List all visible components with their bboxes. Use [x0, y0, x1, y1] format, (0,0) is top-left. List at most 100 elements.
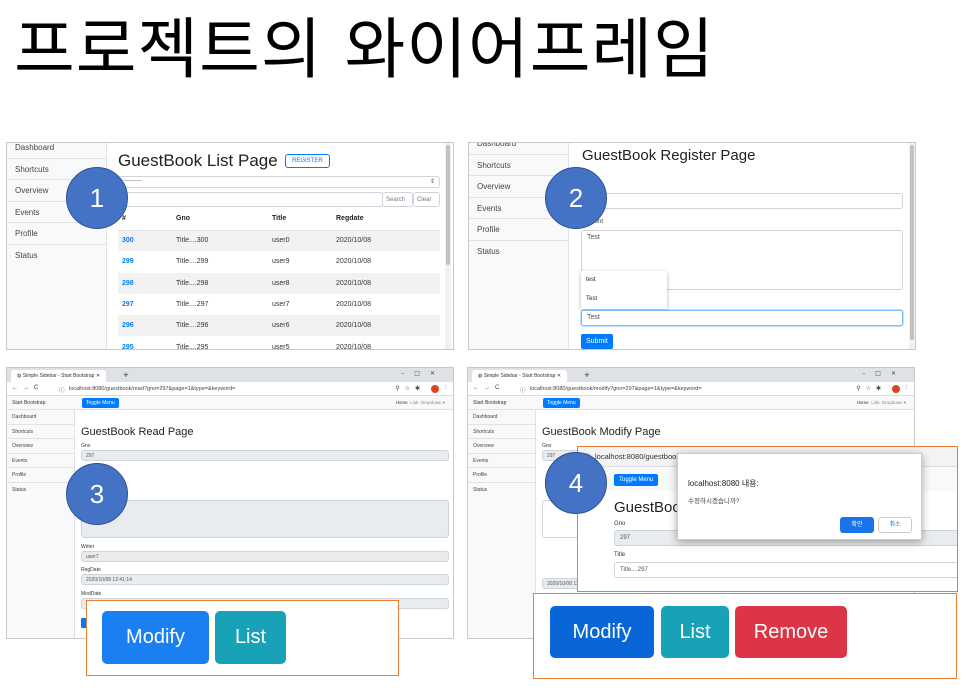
cancel-button[interactable]: 취소 — [878, 517, 912, 533]
scrollbar-thumb[interactable] — [910, 145, 914, 340]
row-gno[interactable]: 297 — [118, 294, 172, 315]
sidebar-item-dashboard[interactable]: Dashboard — [468, 410, 535, 425]
window-controls-icon[interactable]: –□✕ — [862, 370, 906, 377]
sidebar-item-events[interactable]: Events — [7, 454, 74, 468]
step-badge-3: 3 — [66, 463, 128, 525]
browser-tab[interactable]: ◍ Simple Sidebar - Start Bootstrap ✕ — [472, 370, 568, 382]
toggle-menu-button[interactable]: Toggle Menu — [543, 398, 580, 408]
row-gno[interactable]: 299 — [118, 251, 172, 272]
list-page-screenshot: Dashboard Shortcuts Overview Events Prof… — [6, 142, 454, 350]
writer-field: user7 — [81, 551, 449, 562]
gno-label: Gno — [614, 521, 626, 527]
sidebar-item-shortcuts[interactable]: Shortcuts — [469, 155, 568, 176]
brand[interactable]: Start Bootstrap — [473, 400, 506, 406]
window-controls-icon[interactable]: –□✕ — [401, 370, 445, 377]
step-badge-2: 2 — [545, 167, 607, 229]
submit-button[interactable]: Submit — [581, 334, 613, 349]
col-number: # — [118, 208, 172, 231]
toolbar-icons[interactable]: ⚲☆✱ — [856, 385, 886, 392]
url-text[interactable]: localhost:8080/guestbook/read?gno=297&pa… — [69, 386, 235, 392]
modify-button[interactable]: Modify — [102, 611, 209, 664]
sidebar-item-profile[interactable]: Profile — [469, 219, 568, 241]
list-button[interactable]: List — [661, 606, 729, 658]
menu-kebab-icon[interactable]: ⋮ — [904, 385, 910, 391]
register-button[interactable]: REGISTER — [285, 154, 330, 168]
nav-arrows-icon[interactable]: ←→C — [473, 385, 504, 391]
table-row[interactable]: 297 Title....297 user7 2020/10/08 — [118, 294, 440, 315]
sidebar-item-status[interactable]: Status — [468, 483, 535, 498]
browser-tabstrip: ◍ Simple Sidebar - Start Bootstrap ✕ + –… — [468, 368, 914, 382]
nav-home[interactable]: Home — [396, 400, 408, 405]
tab-title: Simple Sidebar - Start Bootstrap — [22, 373, 95, 379]
row-gno[interactable]: 296 — [118, 315, 172, 337]
row-date: 2020/10/08 — [332, 272, 440, 294]
sidebar-item-status[interactable]: Status — [469, 241, 568, 263]
sidebar-item-events[interactable]: Events — [468, 454, 535, 468]
new-tab-icon[interactable]: + — [123, 371, 129, 379]
sidebar-item-status[interactable]: Status — [7, 245, 106, 267]
toolbar-icons[interactable]: ⚲☆✱ — [395, 385, 425, 392]
nav-link[interactable]: Link — [410, 400, 418, 405]
col-regdate: Regdate — [332, 208, 440, 231]
nav-links[interactable]: Home Link Dropdown ▾ — [396, 400, 445, 406]
nav-dropdown[interactable]: Dropdown — [882, 400, 903, 405]
brand[interactable]: Start Bootstrap — [12, 400, 45, 406]
search-type-select[interactable]: --------- ⇕ — [118, 176, 440, 188]
clear-button[interactable]: Clear — [413, 192, 440, 207]
table-row[interactable]: 296 Title....296 user6 2020/10/08 — [118, 315, 440, 337]
menu-kebab-icon[interactable]: ⋮ — [443, 385, 449, 391]
search-button[interactable]: Search — [382, 192, 413, 207]
register-page-screenshot: Dashboard Shortcuts Overview Events Prof… — [468, 142, 916, 350]
scrollbar-thumb[interactable] — [446, 145, 450, 265]
table-row[interactable]: 298 Title....298 user8 2020/10/08 — [118, 272, 440, 294]
sidebar-item-overview[interactable]: Overview — [7, 439, 74, 454]
toggle-menu-button[interactable]: Toggle Menu — [82, 398, 119, 408]
row-gno[interactable]: 298 — [118, 272, 172, 294]
row-writer: user5 — [272, 343, 290, 350]
ok-button[interactable]: 확인 — [840, 517, 874, 533]
tab-close-icon[interactable]: ✕ — [557, 373, 561, 379]
browser-tab[interactable]: ◍ Simple Sidebar - Start Bootstrap ✕ — [11, 370, 107, 382]
row-gno[interactable]: 295 — [118, 336, 172, 349]
sidebar-item-status[interactable]: Status — [7, 483, 74, 498]
profile-avatar-icon[interactable] — [431, 385, 439, 393]
sidebar-item-shortcuts[interactable]: Shortcuts — [7, 425, 74, 439]
nav-arrows-icon[interactable]: ←→C — [12, 385, 43, 391]
table-row[interactable]: 295 Title....295 user5 2020/10/08 — [118, 336, 440, 350]
table-row[interactable]: 300 Title....300 user0 2020/10/08 — [118, 230, 440, 252]
sidebar-item-profile[interactable]: Profile — [7, 468, 74, 483]
row-writer: user9 — [272, 258, 290, 266]
remove-button[interactable]: Remove — [735, 606, 847, 658]
search-input[interactable] — [118, 192, 383, 207]
new-tab-icon[interactable]: + — [584, 371, 590, 379]
autocomplete-option[interactable]: test — [581, 271, 667, 290]
sidebar-item-profile[interactable]: Profile — [468, 468, 535, 483]
scrollbar[interactable] — [445, 143, 451, 349]
tab-close-icon[interactable]: ✕ — [96, 373, 100, 379]
row-gno[interactable]: 300 — [118, 230, 172, 252]
nav-home[interactable]: Home — [857, 400, 869, 405]
writer-label: Writer — [81, 544, 95, 550]
sidebar-item-dashboard[interactable]: Dashboard — [7, 143, 106, 159]
sidebar-item-dashboard[interactable]: Dashboard — [7, 410, 74, 425]
autocomplete-dropdown[interactable]: test Test — [581, 271, 667, 309]
title-input[interactable] — [581, 193, 903, 209]
sidebar-item-dashboard[interactable]: Dashboard — [469, 143, 568, 155]
table-row[interactable]: 299 Title....299 user9 2020/10/08 — [118, 251, 440, 272]
sidebar-item-shortcuts[interactable]: Shortcuts — [468, 425, 535, 439]
autocomplete-option[interactable]: Test — [581, 290, 667, 309]
address-bar[interactable]: ←→C ⓘ localhost:8080/guestbook/modify?gn… — [468, 382, 914, 396]
nav-link[interactable]: Link — [871, 400, 879, 405]
modify-button[interactable]: Modify — [550, 606, 654, 658]
title-input[interactable]: Title....297 — [614, 562, 957, 578]
scrollbar[interactable] — [909, 143, 915, 349]
toggle-menu-button[interactable]: Toggle Menu — [614, 474, 659, 486]
list-button[interactable]: List — [215, 611, 286, 664]
address-bar[interactable]: ←→C ⓘ localhost:8080/guestbook/read?gno=… — [7, 382, 453, 396]
profile-avatar-icon[interactable] — [892, 385, 900, 393]
nav-dropdown[interactable]: Dropdown — [421, 400, 442, 405]
nav-links[interactable]: Home Link Dropdown ▾ — [857, 400, 906, 406]
writer-input[interactable]: Test — [581, 310, 903, 326]
url-text[interactable]: localhost:8080/guestbook/modify?gno=297&… — [530, 386, 702, 392]
sidebar-item-overview[interactable]: Overview — [468, 439, 535, 454]
